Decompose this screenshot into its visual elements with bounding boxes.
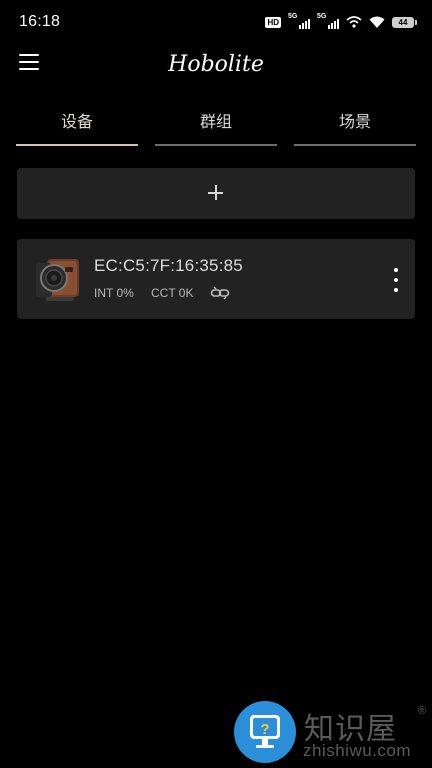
tab-devices[interactable]: 设备 bbox=[16, 100, 138, 146]
tab-underline bbox=[16, 144, 138, 146]
hamburger-menu-icon bbox=[19, 54, 39, 56]
brand-logo: Hobolite bbox=[167, 52, 264, 77]
status-time: 16:18 bbox=[19, 13, 61, 30]
more-vertical-icon bbox=[394, 268, 398, 272]
status-bar: 16:18 HD 5G 5G 44 bbox=[0, 0, 432, 44]
link-icon bbox=[210, 286, 230, 300]
tab-bar: 设备 群组 场景 bbox=[16, 100, 416, 148]
tab-label: 群组 bbox=[199, 114, 232, 131]
svg-text:?: ? bbox=[260, 721, 269, 738]
watermark-logo: ? bbox=[234, 701, 296, 763]
signal-icon: 5G bbox=[288, 13, 310, 29]
device-cct: CCT 0K bbox=[151, 286, 194, 300]
tab-label: 场景 bbox=[338, 114, 371, 131]
hotspot-icon bbox=[346, 16, 362, 28]
tab-groups[interactable]: 群组 bbox=[155, 100, 277, 146]
battery-icon: 44 bbox=[392, 16, 417, 28]
status-icons: HD 5G 5G 44 bbox=[265, 13, 417, 30]
watermark-url: zhishiwu.com bbox=[303, 741, 412, 760]
device-intensity: INT 0% bbox=[94, 286, 134, 300]
help-monitor-icon: ? bbox=[250, 715, 280, 748]
device-thumbnail bbox=[36, 259, 79, 301]
more-options-button[interactable] bbox=[386, 264, 406, 296]
device-mac-address: EC:C5:7F:16:35:85 bbox=[94, 256, 243, 275]
tab-label: 设备 bbox=[60, 114, 93, 131]
menu-button[interactable] bbox=[19, 52, 41, 72]
svg-text:Hobolite: Hobolite bbox=[167, 52, 264, 77]
tab-underline bbox=[294, 144, 416, 146]
tab-scenes[interactable]: 场景 bbox=[294, 100, 416, 146]
tab-underline bbox=[155, 144, 277, 146]
wifi-icon bbox=[369, 16, 385, 28]
signal-icon: 5G bbox=[317, 13, 339, 29]
hd-icon: HD bbox=[265, 16, 281, 28]
watermark-registered: ® bbox=[418, 705, 427, 717]
